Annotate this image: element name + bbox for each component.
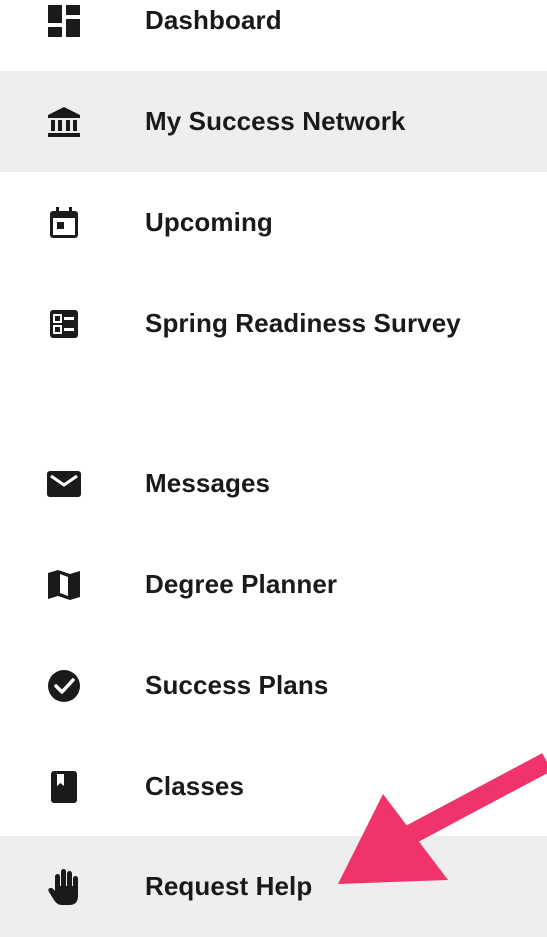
sidebar-item-label: Messages [145, 468, 271, 498]
sidebar-item-label: Success Plans [145, 670, 329, 700]
sidebar-item-request-help[interactable]: Request Help [0, 836, 547, 937]
institution-icon [44, 102, 84, 142]
sidebar-nav: Dashboard My Success Network Upcoming Sp… [0, 0, 547, 937]
sidebar-item-label: Classes [145, 771, 244, 801]
sidebar-item-classes[interactable]: Classes [0, 736, 547, 837]
map-icon [44, 565, 84, 605]
calendar-icon [44, 203, 84, 243]
book-icon [44, 767, 84, 807]
sidebar-item-dashboard[interactable]: Dashboard [0, 0, 547, 71]
envelope-icon [44, 464, 84, 504]
sidebar-item-my-success-network[interactable]: My Success Network [0, 71, 547, 172]
survey-list-icon [44, 304, 84, 344]
sidebar-item-label: My Success Network [145, 106, 406, 136]
sidebar-item-degree-planner[interactable]: Degree Planner [0, 534, 547, 635]
check-circle-icon [44, 666, 84, 706]
sidebar-item-spring-readiness-survey[interactable]: Spring Readiness Survey [0, 273, 547, 374]
sidebar-item-label: Degree Planner [145, 569, 338, 599]
sidebar-item-label: Upcoming [145, 207, 273, 237]
dashboard-icon [44, 1, 84, 41]
sidebar-item-label: Spring Readiness Survey [145, 308, 461, 338]
sidebar-item-label: Dashboard [145, 5, 282, 35]
raised-hand-icon [44, 867, 84, 907]
sidebar-item-messages[interactable]: Messages [0, 433, 547, 534]
sidebar-item-success-plans[interactable]: Success Plans [0, 635, 547, 736]
sidebar-item-label: Request Help [145, 871, 313, 901]
sidebar-item-upcoming[interactable]: Upcoming [0, 172, 547, 273]
